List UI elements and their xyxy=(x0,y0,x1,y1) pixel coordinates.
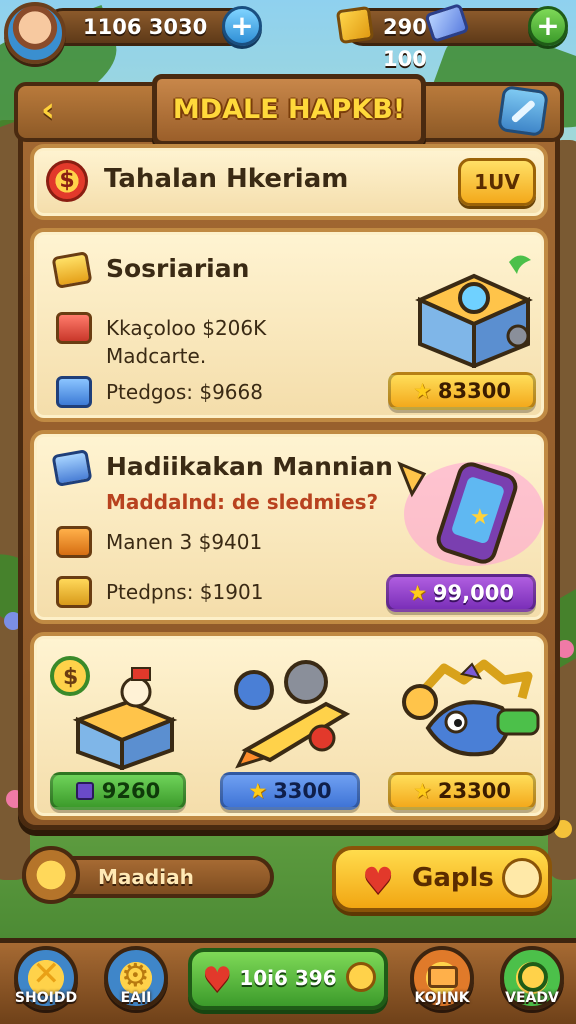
star-icon: ★ xyxy=(408,581,427,605)
toy-box-icon: $ xyxy=(50,656,178,770)
bag-icon xyxy=(56,312,92,344)
bundle-buy-button[interactable]: ★ 3300 xyxy=(220,772,360,810)
phone-powerup-icon: ★ xyxy=(397,461,544,566)
swords-icon: ✕ xyxy=(32,954,61,994)
bundles-card: $ 9260 ★ 3300 ★ 23300 xyxy=(30,632,548,820)
offer-detail: Ptedpns: $1901 xyxy=(106,580,264,604)
offer-detail: Kkaçoloo $206K xyxy=(106,316,267,340)
nav-center-button[interactable]: ♥ 10i6 396 xyxy=(188,948,388,1010)
price-value: 83300 xyxy=(437,379,511,403)
offer-subtitle: Maddalnd: de sledmies? xyxy=(106,490,379,514)
add-coins-button[interactable]: + xyxy=(222,6,262,46)
chevron-left-icon: ‹ xyxy=(40,90,55,130)
offer-title: Hadiikakan Mannian xyxy=(106,452,393,481)
camera-icon xyxy=(428,966,458,988)
buy-button[interactable]: ★ 83300 xyxy=(388,372,536,410)
star-icon: ★ xyxy=(413,779,432,803)
gold-value: 290 xyxy=(383,15,427,39)
heart-icon: ♥ xyxy=(362,861,395,902)
intro-banner: $ Tahalan Hkeriam 1UV xyxy=(30,144,548,220)
offer-detail: Madcarte. xyxy=(106,344,207,368)
back-button[interactable]: ‹ xyxy=(26,90,70,134)
chat-bubble-icon xyxy=(502,858,542,898)
coins-value: 1106 3030 xyxy=(83,15,208,39)
book-icon xyxy=(51,449,93,487)
svg-text:$: $ xyxy=(63,665,78,690)
offer-title: Sosriarian xyxy=(106,254,250,283)
chest-icon xyxy=(22,846,80,904)
gear-icon: ⚙ xyxy=(121,956,150,994)
bundle-buy-button[interactable]: ★ 23300 xyxy=(388,772,536,810)
offer-card[interactable]: Hadiikakan Mannian Maddalnd: de sledmies… xyxy=(30,430,548,624)
nav-label: VEADV xyxy=(505,990,559,1006)
ticket-icon xyxy=(75,782,94,800)
bundle-buy-button[interactable]: 9260 xyxy=(50,772,186,810)
rocket-gadget-icon xyxy=(234,660,351,769)
nav-center-label: 10i6 396 xyxy=(239,966,337,990)
offer-detail: Ptedgos: $9668 xyxy=(106,380,263,404)
star-icon: ★ xyxy=(413,379,432,403)
flower-icon xyxy=(554,820,572,838)
add-gems-button[interactable]: + xyxy=(528,6,568,46)
gems-value: 100 xyxy=(383,47,427,71)
star-icon: ★ xyxy=(248,779,268,803)
nav-label: KOJINK xyxy=(414,990,470,1006)
coin-badge-icon: $ xyxy=(46,160,88,202)
top-bar: 1106 3030 + 290 100 + xyxy=(0,0,576,71)
chest-icon xyxy=(56,576,92,608)
price-value: 9260 xyxy=(101,779,161,803)
gadget-box-icon xyxy=(415,255,533,368)
intro-title: Tahalan Hkeriam xyxy=(104,164,349,194)
gifts-button[interactable]: ♥ Gapls xyxy=(332,846,552,912)
nav-label: EAII xyxy=(120,990,152,1006)
price-value: 3300 xyxy=(273,779,332,803)
player-avatar[interactable] xyxy=(4,2,66,64)
coin-icon xyxy=(346,962,376,992)
ticket-icon xyxy=(51,251,93,289)
target-icon xyxy=(518,962,548,992)
price-value: 99,000 xyxy=(432,581,514,605)
gift-icon xyxy=(56,526,92,558)
fish-robot-icon xyxy=(402,659,540,757)
buy-button[interactable]: ★ 99,000 xyxy=(386,574,536,612)
nav-label: SHOIDD xyxy=(14,990,78,1006)
gifts-label: Gapls xyxy=(412,863,494,893)
settings-button[interactable] xyxy=(497,85,549,137)
inventory-label: Maadiah xyxy=(98,865,194,889)
price-value: 23300 xyxy=(437,779,511,803)
box-icon xyxy=(56,376,92,408)
plus-icon: + xyxy=(536,9,560,42)
level-button[interactable]: 1UV xyxy=(458,158,536,206)
offer-card[interactable]: Sosriarian Kkaçoloo $206K Madcarte. Pted… xyxy=(30,228,548,422)
offer-detail: Manen 3 $9401 xyxy=(106,530,263,554)
heart-icon: ♥ xyxy=(202,960,233,1000)
page-title: MDALE HAPKB! xyxy=(152,74,426,146)
gold-cube-icon xyxy=(335,5,375,45)
wrench-icon xyxy=(511,100,535,123)
plus-icon: + xyxy=(230,9,254,42)
svg-text:★: ★ xyxy=(470,505,490,530)
